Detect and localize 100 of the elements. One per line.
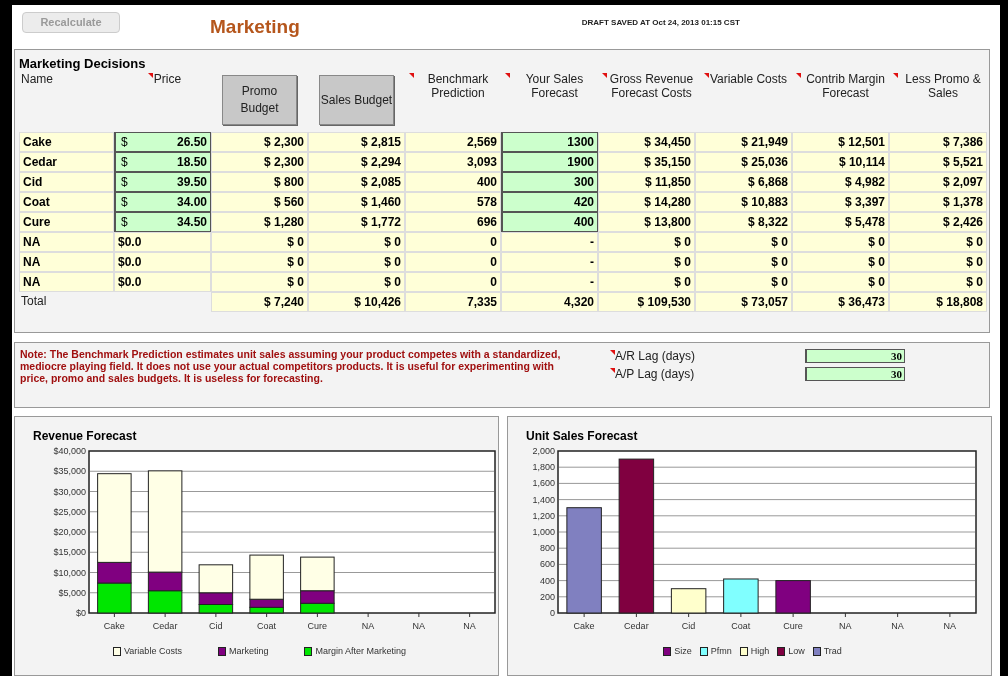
axis-tick-label: 600 xyxy=(539,559,555,570)
forecast-field[interactable]: 400 xyxy=(501,212,598,232)
axis-tick-label: $5,000 xyxy=(58,587,86,598)
table-cell: $ 34,450 xyxy=(598,132,695,152)
category-label: Cid xyxy=(681,621,696,631)
table-cell: $ 0 xyxy=(889,272,987,292)
product-name-cell: Coat xyxy=(19,192,114,212)
total-label: Total xyxy=(20,293,48,310)
table-cell: $ 10,883 xyxy=(695,192,792,212)
legend-label: Marketing xyxy=(228,645,269,658)
product-name-cell: NA xyxy=(19,252,114,272)
bar xyxy=(775,580,811,614)
table-cell: $ 5,478 xyxy=(792,212,889,232)
bar xyxy=(147,590,183,614)
category-label: Cake xyxy=(103,621,125,631)
table-cell: $ 2,300 xyxy=(211,152,308,172)
table-cell: $ 800 xyxy=(211,172,308,192)
axis-tick-label: 1,800 xyxy=(532,462,555,473)
field-label: A/P Lag (days) xyxy=(615,366,696,383)
category-label: Cake xyxy=(573,621,595,631)
axis-tick-label: 1,400 xyxy=(532,494,555,505)
category-label: NA xyxy=(412,621,426,631)
table-cell: $ 10,114 xyxy=(792,152,889,172)
column-header-button[interactable]: Sales Budget xyxy=(319,75,394,125)
column-header: Name xyxy=(21,72,53,86)
table-cell: $ 0 xyxy=(598,252,695,272)
table-cell: $ 2,085 xyxy=(308,172,405,192)
chart-title: Revenue Forecast xyxy=(33,429,138,443)
table-cell: $ 0 xyxy=(695,272,792,292)
forecast-field[interactable]: 1900 xyxy=(501,152,598,172)
product-name-cell: Cedar xyxy=(19,152,114,172)
axis-tick-label: $15,000 xyxy=(53,547,86,558)
lag-field[interactable]: 30 xyxy=(805,349,905,363)
table-cell: $ 8,322 xyxy=(695,212,792,232)
table-cell: 3,093 xyxy=(405,152,501,172)
total-cell: $ 18,808 xyxy=(889,292,987,312)
table-cell: $ 21,949 xyxy=(695,132,792,152)
table-cell: $ 0 xyxy=(695,252,792,272)
category-label: Cure xyxy=(307,621,328,631)
legend-label: Margin After Marketing xyxy=(315,645,406,658)
table-cell: $ 0 xyxy=(889,252,987,272)
category-label: Cedar xyxy=(624,621,649,631)
note-text: Note: The Benchmark Prediction estimates unit sales assuming your product competes with a standardized, mediocre playing field. It does not use your actual competitors products. It is useful for experimenting with price, promo and sales budgets. It is useless for forecasting. xyxy=(20,348,562,386)
legend-label: Trad xyxy=(823,645,842,658)
axis-tick-label: 400 xyxy=(539,575,555,586)
price-field[interactable]: $ 18.50 xyxy=(114,152,211,172)
table-cell: $ 7,386 xyxy=(889,132,987,152)
axis-tick-label: $20,000 xyxy=(53,527,86,537)
table-cell: $ 1,280 xyxy=(211,212,308,232)
total-cell: $ 73,057 xyxy=(695,292,792,312)
forecast-field[interactable]: 300 xyxy=(501,172,598,192)
currency-symbol: $ xyxy=(120,214,128,231)
table-cell: $ 0 xyxy=(695,232,792,252)
price-field[interactable]: $ 26.50 xyxy=(114,132,211,152)
category-label: NA xyxy=(891,621,904,631)
table-cell: - xyxy=(501,272,598,292)
table-cell: $ 14,280 xyxy=(598,192,695,212)
category-label: Cedar xyxy=(152,621,178,631)
product-name-cell: Cid xyxy=(19,172,114,192)
total-cell: $ 10,426 xyxy=(308,292,405,312)
forecast-field[interactable]: 420 xyxy=(501,192,598,212)
currency-symbol: $ xyxy=(120,194,128,211)
chart-title: Unit Sales Forecast xyxy=(526,429,639,443)
table-cell: $ 0 xyxy=(211,232,308,252)
column-header: Gross Revenue Forecast Costs xyxy=(608,72,695,100)
table-cell: 2,569 xyxy=(405,132,501,152)
currency-symbol: $ xyxy=(120,174,128,191)
legend-label: Variable Costs xyxy=(124,645,182,658)
price-field[interactable]: $ 39.50 xyxy=(114,172,211,192)
table-cell: $ 6,868 xyxy=(695,172,792,192)
comment-marker xyxy=(610,368,615,373)
legend-label: Size xyxy=(674,645,692,658)
total-cell: $ 109,530 xyxy=(598,292,695,312)
price-value: 34.50 xyxy=(176,214,207,231)
table-cell: $ 1,378 xyxy=(889,192,987,212)
table-cell: $ 0 xyxy=(211,272,308,292)
axis-tick-label: 1,600 xyxy=(532,478,555,489)
table-cell: $ 0 xyxy=(792,252,889,272)
table-cell: 400 xyxy=(405,172,501,192)
product-name-cell: NA xyxy=(19,272,114,292)
table-cell: - xyxy=(501,232,598,252)
bar xyxy=(97,582,132,614)
field-label: A/R Lag (days) xyxy=(615,348,697,365)
price-field[interactable]: $ 34.00 xyxy=(114,192,211,212)
table-cell: $ 2,815 xyxy=(308,132,405,152)
axis-tick-label: 1,000 xyxy=(532,527,555,537)
table-cell: $ 25,036 xyxy=(695,152,792,172)
category-label: NA xyxy=(943,621,957,631)
table-cell: $ 2,294 xyxy=(308,152,405,172)
lag-field[interactable]: 30 xyxy=(805,367,905,381)
forecast-field[interactable]: 1300 xyxy=(501,132,598,152)
table-cell: $ 3,397 xyxy=(792,192,889,212)
table-cell: $ 0 xyxy=(889,232,987,252)
legend-label: Low xyxy=(788,645,805,658)
table-cell: $ 560 xyxy=(211,192,308,212)
table-cell: $ 0 xyxy=(308,232,405,252)
table-cell: $ 0 xyxy=(792,272,889,292)
table-cell: $ 1,460 xyxy=(308,192,405,212)
column-header-button[interactable]: Promo Budget xyxy=(222,75,297,125)
price-field[interactable]: $ 34.50 xyxy=(114,212,211,232)
